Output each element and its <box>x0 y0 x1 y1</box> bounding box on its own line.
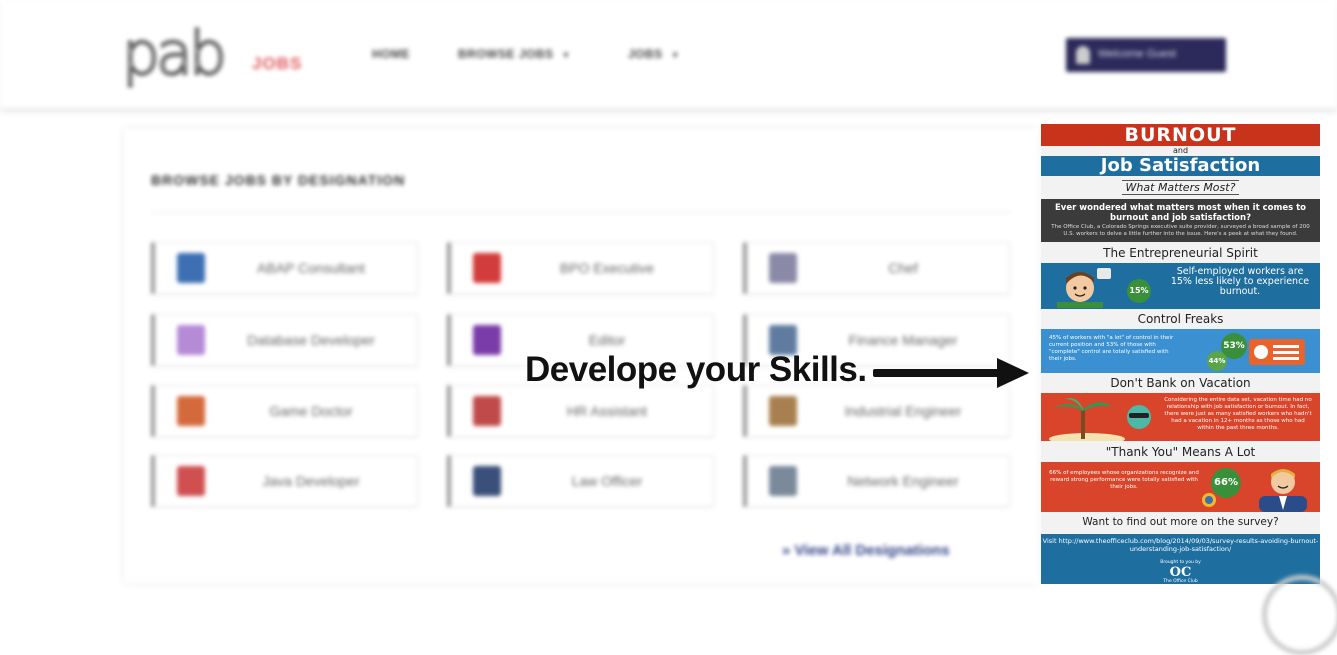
designation-label: Finance Manager <box>848 332 958 348</box>
designation-label: BPO Executive <box>559 260 655 276</box>
section-text-control: 45% of workers with "a lot" of control i… <box>1049 335 1174 362</box>
burnout-infographic: BURNOUT and Job Satisfaction What Matter… <box>1041 124 1320 584</box>
section-text-entrepreneurial: Self-employed workers are 15% less likel… <box>1170 266 1310 297</box>
section-band-thankyou: 66% of employees whose organizations rec… <box>1041 462 1320 512</box>
section-heading-thankyou: "Thank You" Means A Lot <box>1105 445 1256 459</box>
designation-card[interactable]: Industrial Engineer <box>743 385 1010 437</box>
user-account-button[interactable]: Welcome Guest <box>1066 38 1226 72</box>
nav-jobs[interactable]: JOBS ▼ <box>628 47 680 61</box>
designation-label: Industrial Engineer <box>844 403 962 419</box>
intro-body: The Office Club, a Colorado Springs exec… <box>1051 224 1310 237</box>
nav-browse-jobs[interactable]: BROWSE JOBS ▼ <box>458 47 571 61</box>
chevron-down-icon: ▼ <box>561 50 571 60</box>
designation-card[interactable]: Game Doctor <box>151 385 418 437</box>
infographic-intro: Ever wondered what matters most when it … <box>1041 199 1320 242</box>
java-dev-icon <box>177 466 205 496</box>
user-account-label: Welcome Guest <box>1098 48 1177 60</box>
user-icon <box>1076 46 1090 64</box>
palm-tree-icon <box>1049 398 1151 441</box>
infographic-title-bottom: Job Satisfaction <box>1041 156 1320 176</box>
section-text-vacation: Considering the entire data set, vacatio… <box>1164 397 1312 431</box>
section-divider <box>151 212 1011 213</box>
headset-person-icon <box>473 253 501 283</box>
code-doc-icon <box>177 253 205 283</box>
hr-group-icon <box>473 396 501 426</box>
designation-label: Chef <box>888 260 918 276</box>
worker-face-icon <box>1057 268 1111 308</box>
designation-label: Game Doctor <box>269 403 353 419</box>
nav-jobs-label: JOBS <box>628 47 663 61</box>
designation-card[interactable]: ABAP Consultant <box>151 242 418 294</box>
section-band-control: 45% of workers with "a lot" of control i… <box>1041 329 1320 373</box>
designation-card[interactable]: Law Officer <box>447 455 714 507</box>
designation-card[interactable]: Java Developer <box>151 455 418 507</box>
engineer-icon <box>769 396 797 426</box>
section-title: BROWSE JOBS BY DESIGNATION <box>151 172 406 188</box>
designation-label: Editor <box>588 332 626 348</box>
view-all-label: View All Designations <box>794 542 950 559</box>
editor-pen-icon <box>473 325 501 355</box>
logo-mark: pab <box>121 19 228 89</box>
section-heading-vacation: Don't Bank on Vacation <box>1110 376 1251 390</box>
infographic-subtitle: What Matters Most? <box>1041 179 1320 196</box>
database-icon <box>177 325 205 355</box>
designation-card[interactable]: Chef <box>743 242 1010 294</box>
section-band-entrepreneurial: 15% Self-employed workers are 15% less l… <box>1041 263 1320 309</box>
businessman-icon <box>1259 469 1307 512</box>
designation-label: Law Officer <box>571 473 643 489</box>
section-heading-entrepreneurial: The Entrepreneurial Spirit <box>1103 246 1258 260</box>
office-club-logo: OC <box>1169 565 1192 580</box>
control-panel-icon <box>1249 339 1305 365</box>
designation-label: Database Developer <box>247 332 375 348</box>
designation-card[interactable]: Network Engineer <box>743 455 1010 507</box>
top-navbar: pab JOBS HOME BROWSE JOBS ▼ JOBS ▼ Welcome… <box>0 0 1337 108</box>
chef-icon <box>769 253 797 283</box>
chevron-down-icon: ▼ <box>670 50 681 60</box>
designation-card[interactable]: BPO Executive <box>447 242 714 294</box>
nav-home[interactable]: HOME <box>372 47 410 61</box>
designation-label: Network Engineer <box>847 473 959 489</box>
network-icon <box>769 466 797 496</box>
designation-card[interactable]: Database Developer <box>151 314 418 366</box>
section-band-vacation: Considering the entire data set, vacatio… <box>1041 393 1320 441</box>
intro-question: Ever wondered what matters most when it … <box>1054 203 1307 223</box>
percent-badge: 15% <box>1127 279 1151 303</box>
survey-link[interactable]: Visit http://www.theofficeclub.com/blog/… <box>1041 534 1320 558</box>
designation-label: ABAP Consultant <box>257 260 365 276</box>
survey-cta: Want to find out more on the survey? <box>1082 516 1279 528</box>
doctor-icon <box>177 396 205 426</box>
brand-footer: Brought to you by OC The Office Club <box>1041 558 1320 584</box>
view-all-designations-link[interactable]: » View All Designations <box>782 542 950 559</box>
nav-browse-label: BROWSE JOBS <box>458 47 554 61</box>
designation-card[interactable]: HR Assistant <box>447 385 714 437</box>
designation-label: Java Developer <box>262 473 360 489</box>
medal-icon <box>1202 493 1216 507</box>
arrow-right-icon <box>873 358 1029 388</box>
subtitle-text: What Matters Most? <box>1121 180 1240 195</box>
designation-label: HR Assistant <box>566 403 648 419</box>
percent-badge-b: 44% <box>1207 351 1227 371</box>
section-text-thankyou: 66% of employees whose organizations rec… <box>1049 470 1199 490</box>
law-officer-icon <box>473 466 501 496</box>
section-heading-control: Control Freaks <box>1137 312 1224 326</box>
infographic-title-top: BURNOUT <box>1041 124 1320 146</box>
overlay-caption: Develope your Skills. <box>525 350 867 389</box>
corner-badge-icon <box>1262 575 1337 655</box>
logo-subtext: JOBS <box>252 54 303 73</box>
